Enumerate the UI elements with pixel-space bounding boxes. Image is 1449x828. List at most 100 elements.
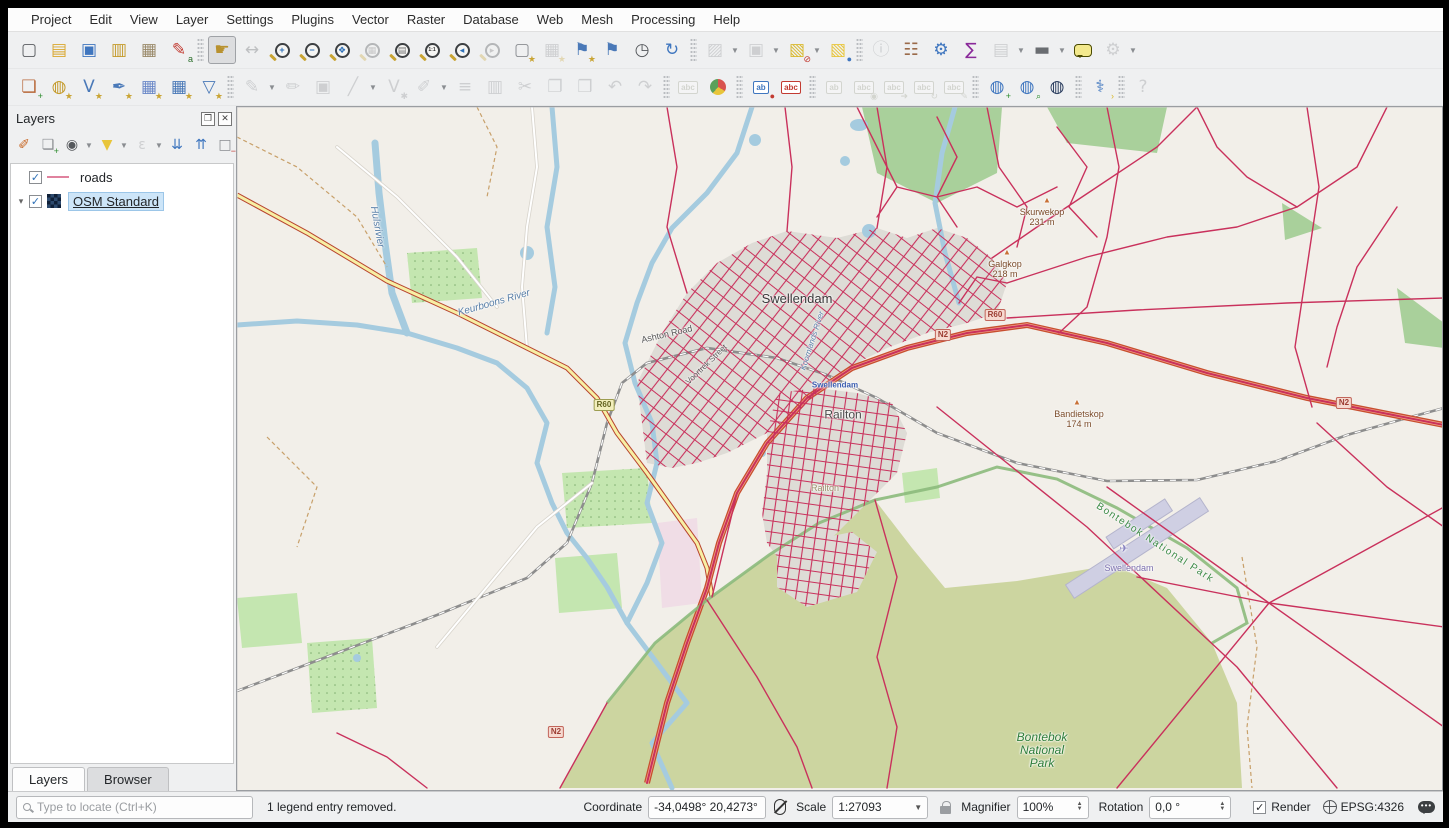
magnifier-label: Magnifier [961,800,1010,814]
show-spatial-bookmarks-icon[interactable]: ⚑ [598,36,626,64]
manage-map-themes-dropdown[interactable]: ▼ [84,131,94,159]
current-edits-icon: ✎ [238,73,266,101]
messages-icon[interactable]: ••• [1418,801,1435,813]
magnifier-spinbox[interactable]: 100% ▲▼ [1017,796,1089,819]
zoom-out-icon[interactable]: − [298,36,326,64]
save-project-icon[interactable]: ▣ [75,36,103,64]
layer-item-roads[interactable]: ✓ roads [11,166,233,188]
new-spatial-bookmark-icon[interactable]: ⚑★ [568,36,596,64]
scale-combobox[interactable]: 1:27093 ▼ [832,796,928,819]
open-layer-styling-panel-icon[interactable]: ✐ [13,134,35,156]
new-project-icon[interactable]: ▢ [15,36,43,64]
toolbar-separator [809,75,816,99]
road-shield-r60: R60 [985,309,1006,321]
deselect-features-icon[interactable]: ▧⊘ [783,36,811,64]
processing-toolbox-icon[interactable]: ⚙ [927,36,955,64]
layer-name[interactable]: OSM Standard [68,192,164,211]
style-manager-icon[interactable]: ✎a [165,36,193,64]
panel-float-icon[interactable]: ❐ [201,112,215,126]
show-layout-manager-icon[interactable]: ▦ [135,36,163,64]
tab-browser[interactable]: Browser [87,767,169,791]
new-geopackage-layer-icon[interactable]: ◍★ [45,73,73,101]
open-data-source-manager-icon[interactable]: ❏+ [15,73,43,101]
remove-layer-icon[interactable]: □− [214,134,236,156]
menu-project[interactable]: Project [22,10,80,29]
zoom-last-icon[interactable]: ◂ [448,36,476,64]
panel-close-icon[interactable]: ✕ [218,112,232,126]
coordinate-input[interactable]: -34,0498° 20,4273° [648,796,766,819]
add-group-icon[interactable]: ❏+ [37,134,59,156]
menu-plugins[interactable]: Plugins [282,10,343,29]
new-mesh-layer-icon[interactable]: ▦★ [165,73,193,101]
new-temporary-scratch-layer-icon[interactable]: ✒★ [105,73,133,101]
menu-layer[interactable]: Layer [167,10,218,29]
diagram-options-icon[interactable] [704,73,732,101]
spinner-arrows[interactable]: ▲▼ [1219,802,1225,812]
new-map-view-icon[interactable]: ▢★ [508,36,536,64]
menu-settings[interactable]: Settings [217,10,282,29]
osm-place-search-icon[interactable]: ◍ [1043,73,1071,101]
rotation-label: Rotation [1099,800,1144,814]
deselect-features-dropdown[interactable]: ▼ [812,36,822,64]
town-label: Swellendam [762,292,833,306]
layer-name[interactable]: roads [76,169,117,186]
extents-toggle-icon[interactable] [774,799,786,815]
menu-view[interactable]: View [121,10,167,29]
lock-scale-icon[interactable] [940,806,951,814]
filter-legend-dropdown[interactable]: ▼ [119,131,129,159]
menu-help[interactable]: Help [704,10,749,29]
spinner-arrows[interactable]: ▲▼ [1077,802,1083,812]
measure-line-icon[interactable]: ▬ [1028,36,1056,64]
web-add-service-icon[interactable]: ◍+ [983,73,1011,101]
zoom-full-extent-icon[interactable]: ❖ [328,36,356,64]
render-checkbox[interactable]: ✓ [1253,801,1266,814]
layer-expander[interactable]: ▾ [15,196,27,207]
new-shapefile-layer-icon[interactable]: V★ [75,73,103,101]
tab-layers[interactable]: Layers [12,767,85,791]
menu-processing[interactable]: Processing [622,10,704,29]
filter-legend-icon[interactable]: ▼ [96,134,118,156]
new-spatialite-layer-icon[interactable]: ▦★ [135,73,163,101]
expand-all-icon[interactable]: ⇊ [166,134,188,156]
pan-map-icon[interactable]: ☛ [208,36,236,64]
map-tips-icon[interactable] [1069,36,1097,64]
zoom-in-icon[interactable]: + [268,36,296,64]
zoom-native-resolution-icon[interactable]: 1:1 [418,36,446,64]
menu-edit[interactable]: Edit [80,10,120,29]
move-label-icon: abc➜ [880,73,908,101]
layer-visibility-checkbox[interactable]: ✓ [29,195,42,208]
statistical-summary-icon[interactable]: ∑ [957,36,985,64]
new-virtual-layer-icon[interactable]: ▽★ [195,73,223,101]
locate-input[interactable]: Type to locate (Ctrl+K) [16,796,253,819]
measure-line-dropdown[interactable]: ▼ [1057,36,1067,64]
menu-vector[interactable]: Vector [343,10,398,29]
open-field-calculator-icon[interactable]: ☷ [897,36,925,64]
new-print-layout-icon[interactable]: ▥ [105,36,133,64]
open-project-icon[interactable]: ▤ [45,36,73,64]
layer-visibility-checkbox[interactable]: ✓ [29,171,42,184]
menu-web[interactable]: Web [528,10,573,29]
zoom-to-layer-icon[interactable]: ▤ [388,36,416,64]
menu-database[interactable]: Database [454,10,528,29]
crs-globe-icon[interactable] [1323,800,1337,814]
map-canvas[interactable]: SwellendamRailtonSwellendamRailton▲Skurw… [236,106,1443,791]
labeling-highlight-icon[interactable]: abc [777,73,805,101]
crs-value[interactable]: EPSG:4326 [1341,800,1404,814]
peak-icon: ▲ [1043,197,1051,206]
status-message: 1 legend entry removed. [267,800,396,814]
layer-item-osm-standard[interactable]: ▾✓ OSM Standard [11,190,233,212]
manage-map-themes-icon[interactable]: ◉ [61,134,83,156]
metasearch-icon[interactable]: ◍⌕ [1013,73,1041,101]
temporal-controller-icon[interactable]: ◷ [628,36,656,64]
rotation-value: 0,0 ° [1155,800,1180,814]
menu-raster[interactable]: Raster [398,10,454,29]
collapse-all-icon[interactable]: ⇈ [190,134,212,156]
python-console-icon[interactable]: ⚕› [1086,73,1114,101]
airplane-icon: ✈ [1119,543,1128,555]
layer-labeling-options-icon[interactable]: ab● [747,73,775,101]
locate-placeholder: Type to locate (Ctrl+K) [37,800,157,814]
rotation-spinbox[interactable]: 0,0 ° ▲▼ [1149,796,1231,819]
select-by-location-icon[interactable]: ▧● [824,36,852,64]
refresh-map-icon[interactable]: ↻ [658,36,686,64]
menu-mesh[interactable]: Mesh [572,10,622,29]
